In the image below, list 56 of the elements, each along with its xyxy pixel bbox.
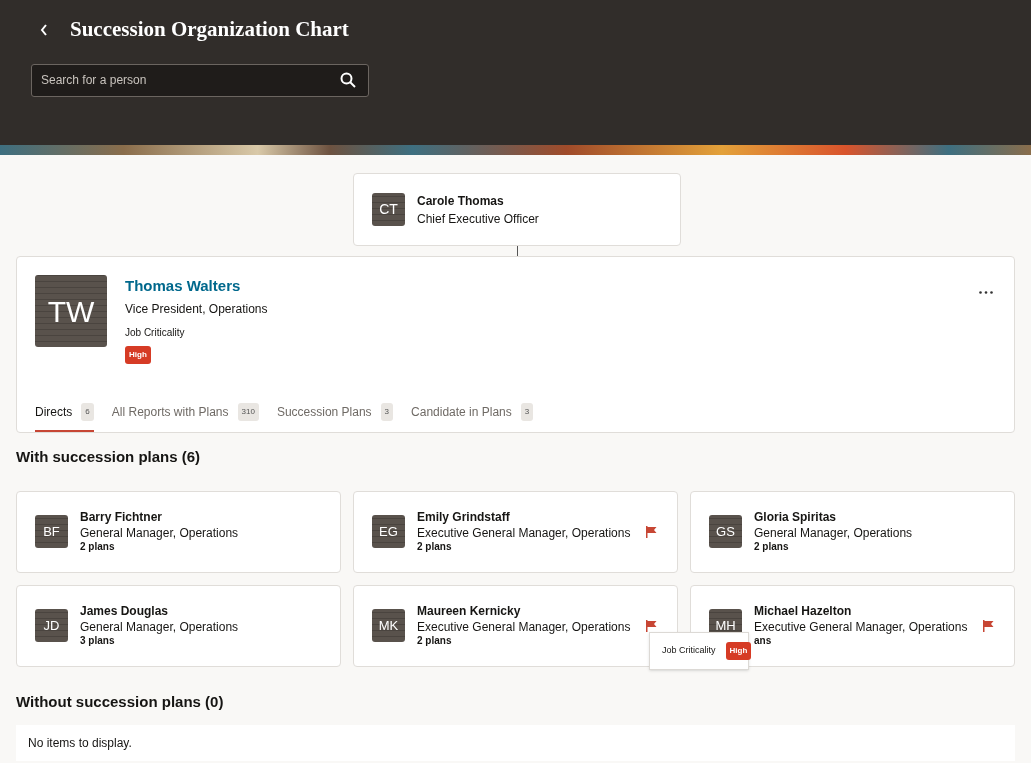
tab[interactable]: Candidate in Plans 3 xyxy=(411,394,534,432)
manager-card[interactable]: CT Carole Thomas Chief Executive Officer xyxy=(353,173,681,246)
flag-icon xyxy=(645,525,657,538)
avatar: TW xyxy=(35,275,107,347)
back-icon xyxy=(40,23,48,36)
count-badge: 6 xyxy=(81,403,94,421)
plan-count: 2 plans xyxy=(754,541,790,553)
person-name: Carole Thomas xyxy=(417,192,505,210)
person-name: Emily Grindstaff xyxy=(417,510,511,525)
person-name: Gloria Spiritas xyxy=(754,510,838,525)
criticality-badge: High xyxy=(725,642,752,660)
person-name: Maureen Kernicky xyxy=(417,604,522,619)
employee-card[interactable]: JD James Douglas General Manager, Operations 3 plans xyxy=(16,584,341,667)
avatar: CT xyxy=(372,193,405,226)
plan-count: 2 plans xyxy=(417,541,453,553)
flag-icon xyxy=(982,619,994,632)
person-name: James Douglas xyxy=(80,604,170,619)
avatar: BF xyxy=(35,515,68,548)
tab[interactable]: Directs 6 xyxy=(35,394,94,432)
criticality-label: Job Criticality xyxy=(125,325,186,340)
job-title: General Manager, Operations xyxy=(80,525,240,541)
job-title: Executive General Manager, Operations xyxy=(417,525,632,541)
search-field[interactable]: Search for a person xyxy=(31,63,369,97)
section-heading: Without succession plans (0) xyxy=(16,691,225,712)
more-icon xyxy=(979,290,993,294)
count-badge: 3 xyxy=(380,403,394,421)
criticality-badge: High xyxy=(125,345,151,364)
job-title: Vice President, Operations xyxy=(125,300,268,318)
count-badge: 310 xyxy=(237,403,259,421)
section-heading: With succession plans (6) xyxy=(16,447,202,467)
employee-card[interactable]: GS Gloria Spiritas General Manager, Operations 2 plans xyxy=(690,490,1015,573)
employee-card[interactable]: EG Emily Grindstaff Executive General Manager, Operations 2 plans xyxy=(353,490,678,573)
person-name: Michael Hazelton xyxy=(754,604,853,619)
count-badge: 3 xyxy=(520,403,534,421)
job-title: Chief Executive Officer xyxy=(417,210,539,228)
avatar: JD xyxy=(35,609,68,642)
plan-count: 3 plans xyxy=(80,635,116,647)
avatar: GS xyxy=(709,515,742,548)
page-title: Succession Organization Chart xyxy=(70,16,349,43)
person-name: Barry Fichtner xyxy=(80,510,164,525)
plan-count: 2 plans xyxy=(80,541,116,553)
search-icon[interactable] xyxy=(340,71,356,88)
job-title: General Manager, Operations xyxy=(80,619,240,635)
avatar: EG xyxy=(372,515,405,548)
tab[interactable]: Succession Plans 3 xyxy=(276,394,394,432)
avatar: MK xyxy=(372,609,405,642)
job-title: Executive General Manager, Operations xyxy=(417,619,632,635)
plan-count: ans xyxy=(754,635,773,647)
person-name[interactable]: Thomas Walters xyxy=(125,275,268,298)
tab[interactable]: All Reports with Plans 310 xyxy=(111,394,259,432)
empty-list: No items to display. xyxy=(16,725,1015,761)
flag-icon xyxy=(645,619,657,632)
employee-card[interactable]: BF Barry Fichtner General Manager, Operations 2 plans xyxy=(16,490,341,573)
job-title: Executive General Manager, Operations xyxy=(754,619,969,635)
plan-count: 2 plans xyxy=(417,635,453,647)
job-title: General Manager, Operations xyxy=(754,525,914,541)
